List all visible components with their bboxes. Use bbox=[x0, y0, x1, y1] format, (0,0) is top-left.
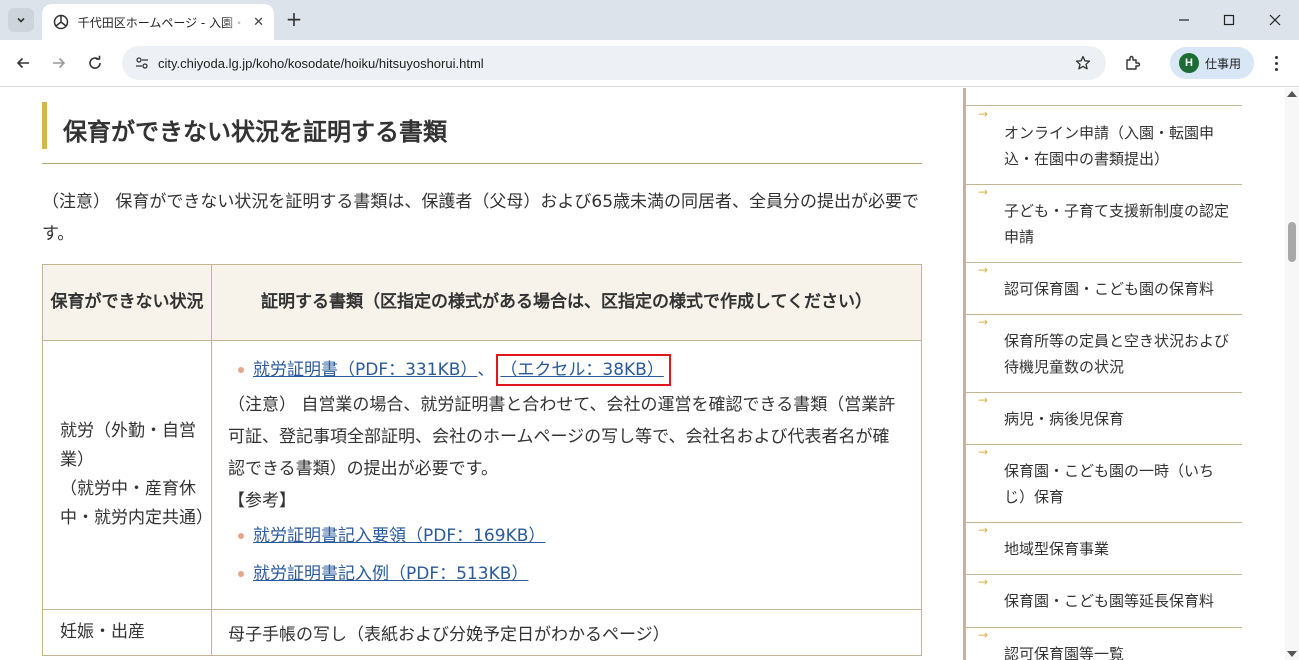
documents-table: 保育ができない状況 証明する書類（区指定の様式がある場合は、区指定の様式で作成し… bbox=[42, 264, 922, 656]
table-row-employment: 就労（外勤・自営業） （就労中・産育休中・就労内定共通） 就労証明書（PDF：3… bbox=[42, 340, 922, 610]
puzzle-icon bbox=[1126, 55, 1141, 70]
new-tab-button[interactable]: + bbox=[283, 8, 305, 30]
sidebar-item-label: 子ども・子育て支援新制度の認定申請 bbox=[1004, 201, 1230, 246]
tab-bar: 千代田区ホームページ - 入園・転園 ✕ + bbox=[0, 0, 1299, 40]
minimize-icon bbox=[1179, 19, 1189, 21]
scroll-down-icon[interactable] bbox=[1287, 651, 1297, 657]
address-bar[interactable]: city.chiyoda.lg.jp/koho/kosodate/hoiku/h… bbox=[122, 46, 1106, 80]
forward-button[interactable] bbox=[47, 51, 71, 75]
situation-text: 就労（外勤・自営業） bbox=[60, 421, 196, 470]
sidebar-item-label: 病児・病後児保育 bbox=[1004, 409, 1125, 428]
bullet-dot-icon bbox=[238, 367, 244, 373]
column-header-documents: 証明する書類（区指定の様式がある場合は、区指定の様式で作成してください） bbox=[211, 264, 922, 341]
link-separator: 、 bbox=[477, 360, 495, 380]
column-header-situation: 保育ができない状況 bbox=[42, 264, 212, 341]
sidebar-item-nursery-list[interactable]: → 認可保育園等一覧 bbox=[966, 628, 1242, 660]
tab-title: 千代田区ホームページ - 入園・転園 bbox=[77, 15, 247, 30]
situation-subtext: （就労中・産育休中・就労内定共通） bbox=[60, 479, 213, 528]
arrow-right-icon: → bbox=[978, 575, 989, 589]
bookmark-star-icon[interactable] bbox=[1072, 52, 1094, 74]
bullet-dot-icon bbox=[238, 571, 244, 577]
situation-cell: 妊娠・出産 bbox=[42, 609, 212, 656]
sidebar-item-sick-child-care[interactable]: → 病児・病後児保育 bbox=[966, 393, 1242, 445]
arrow-right-icon: → bbox=[978, 315, 989, 329]
sidebar-item-fees[interactable]: → 認可保育園・こども園の保育料 bbox=[966, 263, 1242, 315]
arrow-right-icon: → bbox=[978, 393, 989, 407]
arrow-left-icon bbox=[16, 57, 29, 69]
sidebar-item-label: 地域型保育事業 bbox=[1004, 539, 1110, 558]
scroll-up-icon[interactable] bbox=[1287, 91, 1297, 97]
kebab-dot-icon bbox=[1274, 55, 1278, 59]
kebab-dot-icon bbox=[1274, 61, 1278, 65]
browser-toolbar: city.chiyoda.lg.jp/koho/kosodate/hoiku/h… bbox=[0, 40, 1299, 87]
arrow-right-icon: → bbox=[978, 263, 989, 277]
documents-cell: 就労証明書（PDF：331KB）、（エクセル：38KB） （注意） 自営業の場合… bbox=[211, 340, 922, 610]
sidebar-item-online-application[interactable]: → オンライン申請（入園・転園申込・在園中の書類提出） bbox=[966, 107, 1242, 185]
requirement-note: （注意） 保育ができない状況を証明する書類は、保護者（父母）および65歳未満の同… bbox=[42, 192, 920, 244]
active-tab[interactable]: 千代田区ホームページ - 入園・転園 ✕ bbox=[42, 4, 274, 40]
highlight-box: （エクセル：38KB） bbox=[496, 354, 671, 386]
situation-cell: 就労（外勤・自営業） （就労中・産育休中・就労内定共通） bbox=[42, 340, 213, 610]
reference-label: 【参考】 bbox=[228, 491, 296, 511]
arrow-right-icon: → bbox=[978, 445, 989, 459]
filling-example-pdf-link[interactable]: 就労証明書記入例（PDF：513KB） bbox=[253, 558, 528, 590]
tab-close-icon[interactable]: ✕ bbox=[253, 15, 264, 30]
sidebar-item-temporary-care[interactable]: → 保育園・こども園の一時（いちじ）保育 bbox=[966, 445, 1242, 523]
maximize-button[interactable] bbox=[1217, 8, 1241, 32]
sidebar-item-label: 保育園・こども園等延長保育料 bbox=[1004, 592, 1215, 610]
arrow-right-icon bbox=[53, 57, 66, 69]
extensions-button[interactable] bbox=[1121, 51, 1145, 75]
heading-accent-bar bbox=[42, 102, 47, 149]
tab-search-button[interactable] bbox=[8, 8, 34, 32]
sidebar-nav: → オンライン申請（入園・転園申込・在園中の書類提出） → 子ども・子育て支援新… bbox=[963, 88, 1242, 660]
sidebar-item-label: 保育園・こども園の一時（いちじ）保育 bbox=[1004, 461, 1215, 506]
arrow-right-icon: → bbox=[978, 523, 989, 537]
bullet-dot-icon bbox=[238, 533, 244, 539]
table-header-row: 保育ができない状況 証明する書類（区指定の様式がある場合は、区指定の様式で作成し… bbox=[42, 264, 922, 341]
sidebar-item-vacancies[interactable]: → 保育所等の定員と空き状況および待機児童数の状況 bbox=[966, 315, 1242, 393]
site-favicon-icon bbox=[52, 13, 70, 31]
self-employed-note: （注意） 自営業の場合、就労証明書と合わせて、会社の運営を確認できる書類（営業許… bbox=[228, 395, 896, 479]
employment-certificate-pdf-link[interactable]: 就労証明書（PDF：331KB） bbox=[253, 354, 477, 386]
list-item: 就労証明書記入要領（PDF：169KB） bbox=[228, 517, 905, 555]
kebab-dot-icon bbox=[1274, 67, 1278, 71]
table-row-pregnancy: 妊娠・出産 母子手帳の写し（表紙および分娩予定日がわかるページ） bbox=[42, 609, 922, 656]
section-heading: 保育ができない状況を証明する書類 bbox=[42, 102, 922, 164]
chevron-down-icon bbox=[17, 17, 25, 23]
arrow-right-icon: → bbox=[978, 185, 989, 199]
sidebar-item-extended-care-fees[interactable]: → 保育園・こども園等延長保育料 bbox=[966, 575, 1242, 628]
site-info-icon[interactable] bbox=[130, 51, 154, 75]
minimize-button[interactable] bbox=[1172, 8, 1196, 32]
profile-name: 仕事用 bbox=[1205, 56, 1242, 71]
sidebar-item-label: 認可保育園・こども園の保育料 bbox=[1004, 279, 1215, 298]
arrow-right-icon: → bbox=[978, 628, 989, 642]
filling-guide-pdf-link[interactable]: 就労証明書記入要領（PDF：169KB） bbox=[253, 520, 545, 552]
browser-menu-button[interactable] bbox=[1266, 51, 1286, 75]
sidebar-item-label: 保育所等の定員と空き状況および待機児童数の状況 bbox=[1004, 331, 1230, 376]
documents-cell: 母子手帳の写し（表紙および分娩予定日がわかるページ） bbox=[211, 609, 922, 656]
close-window-button[interactable] bbox=[1263, 8, 1287, 32]
page-viewport: 保育ができない状況を証明する書類 （注意） 保育ができない状況を証明する書類は、… bbox=[0, 88, 1285, 660]
list-item: 就労証明書記入例（PDF：513KB） bbox=[228, 555, 905, 593]
sidebar-item-label: 認可保育園等一覧 bbox=[1004, 645, 1125, 660]
page-scrollbar[interactable] bbox=[1285, 88, 1299, 660]
arrow-right-icon: → bbox=[978, 107, 989, 121]
sidebar-item-community-care[interactable]: → 地域型保育事業 bbox=[966, 523, 1242, 575]
close-icon bbox=[1269, 14, 1281, 26]
list-item: 就労証明書（PDF：331KB）、（エクセル：38KB） bbox=[228, 351, 905, 389]
reload-button[interactable] bbox=[83, 51, 107, 75]
avatar: H bbox=[1179, 53, 1199, 73]
employment-certificate-excel-link[interactable]: （エクセル：38KB） bbox=[500, 360, 663, 380]
reload-icon bbox=[89, 55, 101, 69]
sidebar-item-certification[interactable]: → 子ども・子育て支援新制度の認定申請 bbox=[966, 185, 1242, 263]
sidebar-item-previous[interactable] bbox=[966, 88, 1242, 106]
page-title: 保育ができない状況を証明する書類 bbox=[63, 118, 447, 146]
url-text: city.chiyoda.lg.jp/koho/kosodate/hoiku/h… bbox=[158, 55, 484, 71]
profile-button[interactable]: H 仕事用 bbox=[1170, 47, 1254, 79]
maximize-icon bbox=[1223, 14, 1235, 26]
scrollbar-thumb[interactable] bbox=[1288, 222, 1296, 262]
sidebar-item-label: オンライン申請（入園・転園申込・在園中の書類提出） bbox=[1004, 123, 1215, 168]
back-button[interactable] bbox=[11, 51, 35, 75]
